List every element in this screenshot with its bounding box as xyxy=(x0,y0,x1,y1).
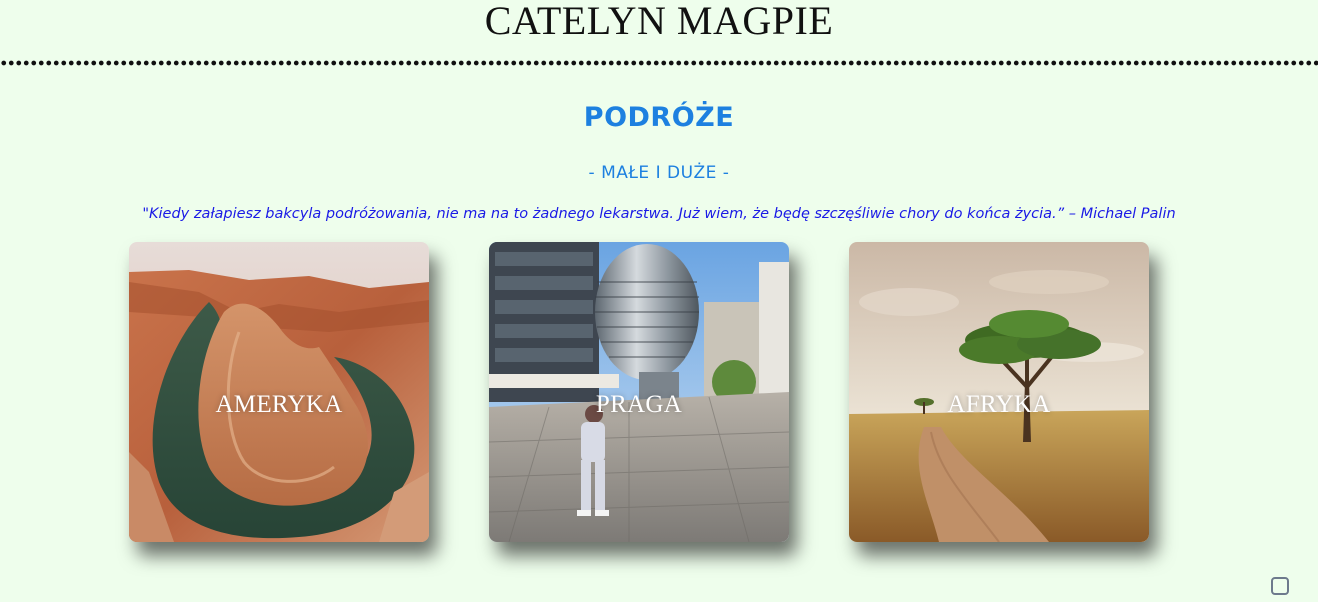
section-subtitle: - MAŁE I DUŻE - xyxy=(588,163,730,183)
travel-quote: "Kiedy załapiesz bakcyla podróżowania, n… xyxy=(142,206,1176,222)
card-label-america: AMERYKA xyxy=(215,391,343,418)
card-label-prague: PRAGA xyxy=(595,391,683,418)
site-title: CATELYN MAGPIE xyxy=(484,0,834,43)
square-outline-icon[interactable] xyxy=(1271,577,1289,595)
dotted-divider xyxy=(0,60,1318,66)
section-title: PODRÓŻE xyxy=(583,102,735,133)
card-america[interactable]: AMERYKA xyxy=(129,242,429,542)
card-prague[interactable]: PRAGA xyxy=(489,242,789,542)
card-label-africa: AFRYKA xyxy=(947,391,1051,418)
card-africa[interactable]: AFRYKA xyxy=(849,242,1149,542)
